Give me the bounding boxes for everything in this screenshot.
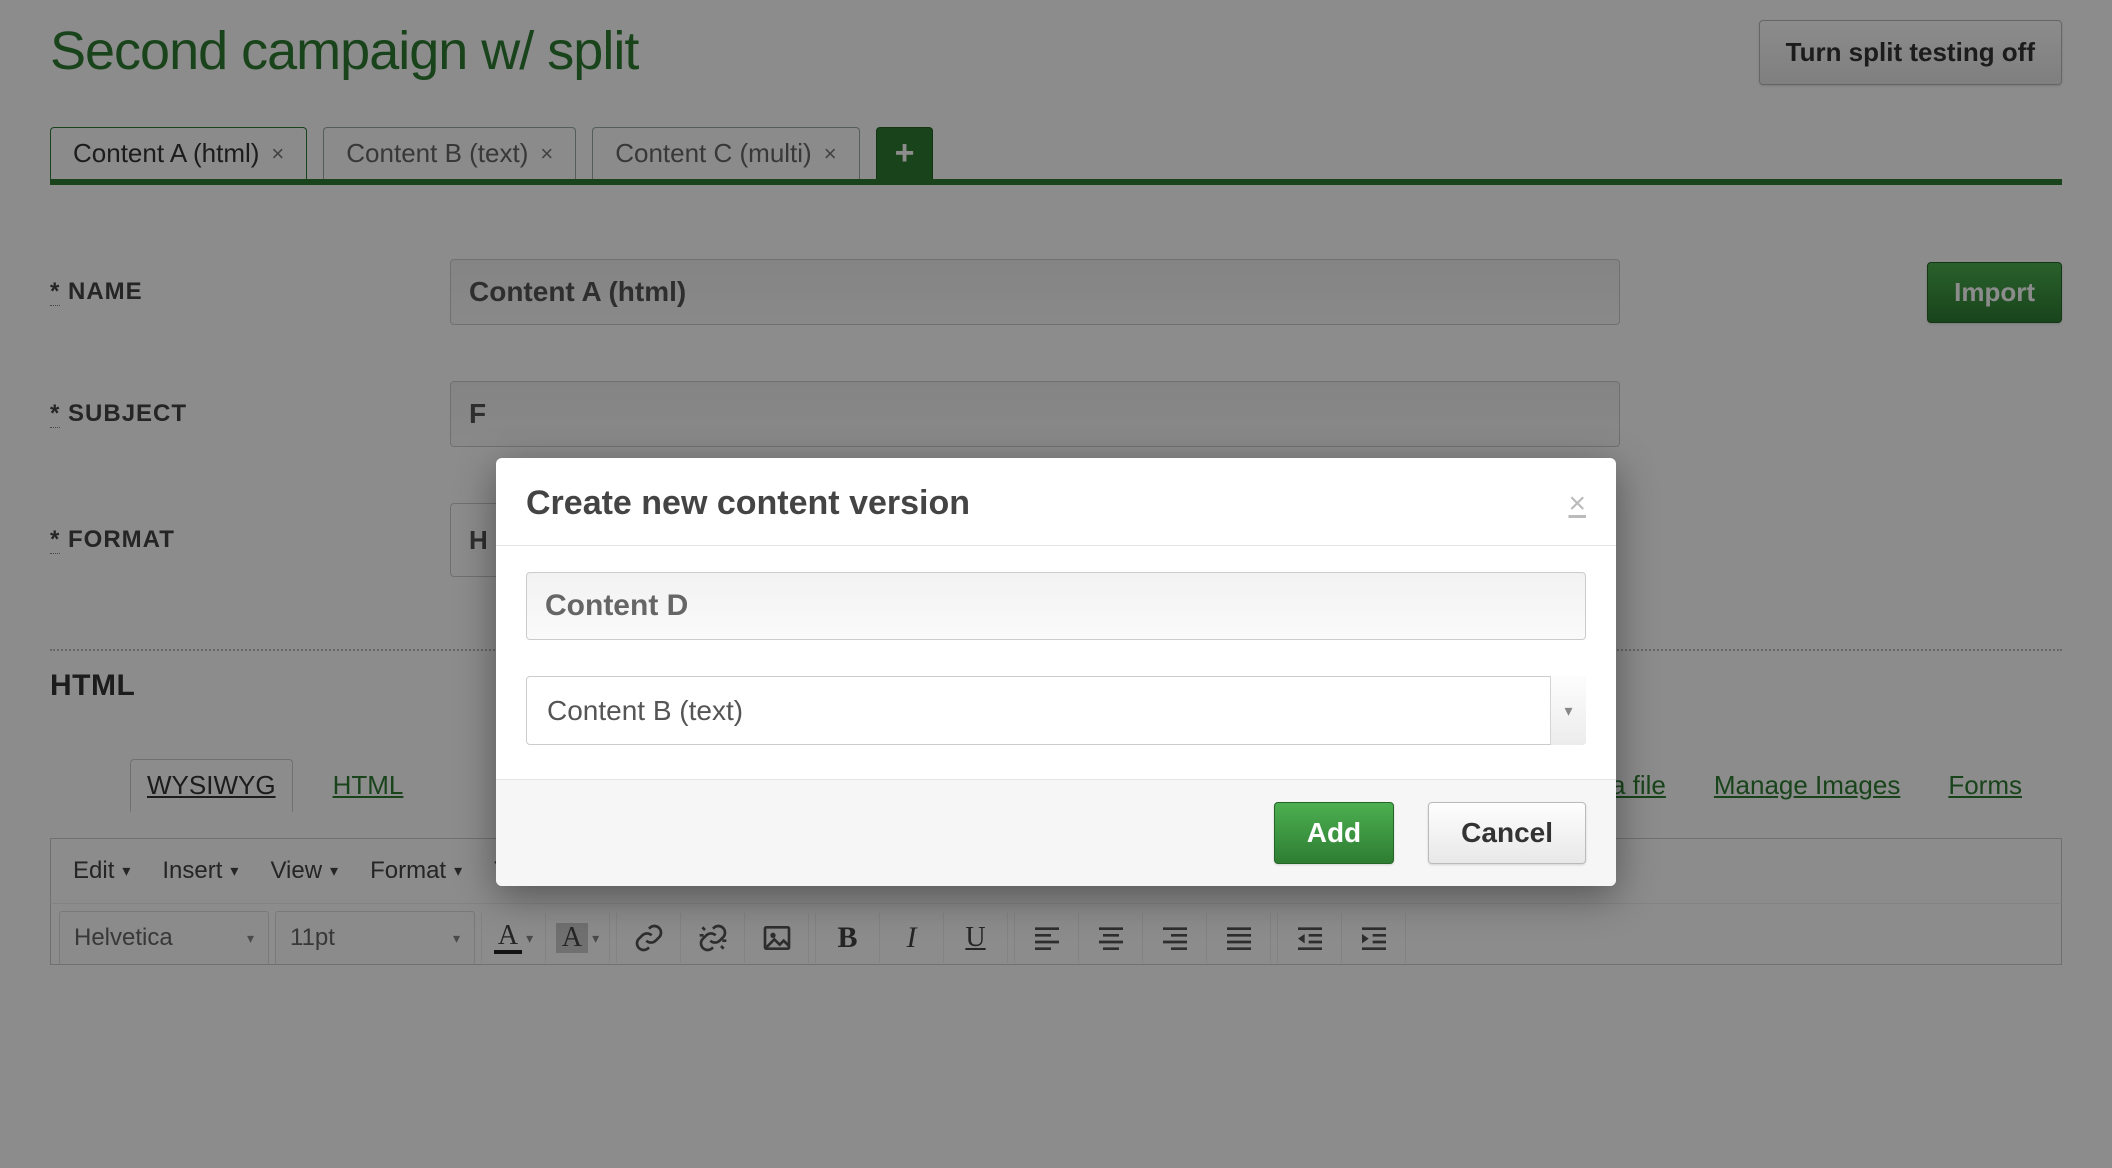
modal-header: Create new content version × [496,458,1616,546]
modal-title: Create new content version [526,484,970,523]
modal-body: Content B (text) ▾ [496,546,1616,780]
modal-overlay[interactable]: Create new content version × Content B (… [0,0,2112,1168]
cancel-button[interactable]: Cancel [1428,802,1586,864]
modal-close-button[interactable]: × [1568,489,1586,519]
add-button[interactable]: Add [1274,802,1394,864]
copy-from-select-wrap: Content B (text) ▾ [526,676,1586,745]
create-content-version-modal: Create new content version × Content B (… [496,458,1616,886]
modal-footer: Add Cancel [496,780,1616,886]
copy-from-select[interactable]: Content B (text) [526,676,1586,745]
new-version-name-input[interactable] [526,572,1586,640]
